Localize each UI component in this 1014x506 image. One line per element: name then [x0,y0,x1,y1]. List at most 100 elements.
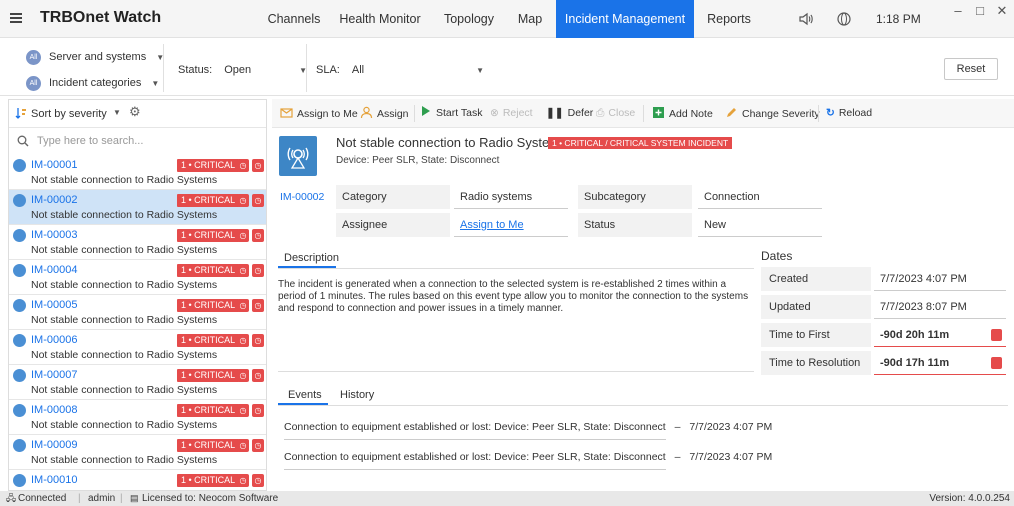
search-input[interactable]: Type here to search... [37,135,143,147]
minimize-icon[interactable]: – [948,3,968,18]
defer-button[interactable]: ❚❚ Defer [546,106,593,121]
reaction-clock-icon: ◷ [237,439,249,452]
event-row: Connection to equipment established or l… [284,445,773,470]
tab-incident-management[interactable]: Incident Management [556,0,694,38]
sla-filter-label: SLA: [316,64,340,76]
radio-icon [13,404,26,417]
incident-id[interactable]: IM-00010 [31,474,77,486]
tab-events[interactable]: Events [288,389,322,401]
sort-label[interactable]: Sort by severity [31,108,107,120]
chevron-down-icon: ▼ [151,78,160,88]
reload-button[interactable]: ↻ Reload [826,106,872,121]
list-item[interactable]: IM-00003 1 • CRITICAL ◷ ◷ Not stable con… [9,225,266,260]
incident-desc: Not stable connection to Radio Systems [31,174,218,186]
updated-value: 7/7/2023 8:07 PM [874,295,1006,319]
assign-button[interactable]: Assign [360,106,409,121]
close-icon[interactable]: ✕ [992,3,1012,19]
resolution-clock-icon: ◷ [252,474,264,487]
severity-badge: 1 • CRITICAL [177,334,240,347]
app-title: TRBOnet Watch [40,9,162,26]
list-item[interactable]: IM-00010 1 • CRITICAL ◷ ◷ [9,470,266,490]
sla-filter-value: All [351,64,365,76]
incident-id[interactable]: IM-00004 [31,264,77,276]
incident-desc: Not stable connection to Radio Systems [31,384,218,396]
incident-id[interactable]: IM-00007 [31,369,77,381]
category-label: Incident categories [49,77,142,89]
scope-filter[interactable]: All Server and systems ▼ [26,48,164,66]
incident-id[interactable]: IM-00003 [31,229,77,241]
chevron-down-icon[interactable]: ▼ [113,108,121,117]
chevron-down-icon: ▼ [476,65,485,75]
list-item[interactable]: IM-00002 1 • CRITICAL ◷ ◷ Not stable con… [9,190,266,225]
sort-bar: Sort by severity ▼ ⚙ [9,100,266,128]
resolution-clock-icon: ◷ [252,159,264,172]
first-reaction-value: -90d 20h 11m [874,323,1006,347]
radio-icon [13,264,26,277]
incident-id[interactable]: IM-00006 [31,334,77,346]
reset-button[interactable]: Reset [944,58,998,80]
envelope-icon [280,108,293,118]
resolution-clock-icon: ◷ [252,404,264,417]
sla-filter[interactable]: SLA: All ▼ [316,61,484,79]
severity-badge: 1 • CRITICAL [177,369,240,382]
updated-label: Updated [761,295,871,319]
list-item[interactable]: IM-00008 1 • CRITICAL ◷ ◷ Not stable con… [9,400,266,435]
status-label: Status [578,213,692,237]
description-text: The incident is generated when a connect… [278,279,749,314]
version-text: Version: 4.0.0.254 [929,493,1010,504]
list-item[interactable]: IM-00005 1 • CRITICAL ◷ ◷ Not stable con… [9,295,266,330]
category-label: Category [336,185,450,209]
user-icon [360,106,373,119]
category-filter[interactable]: All Incident categories ▼ [26,74,159,92]
sort-icon[interactable] [15,107,27,120]
maximize-icon[interactable]: □ [970,3,990,18]
pencil-icon [727,108,736,117]
tab-health-monitor[interactable]: Health Monitor [330,0,430,38]
incident-id[interactable]: IM-00009 [31,439,77,451]
tab-description[interactable]: Description [284,252,339,264]
incident-id[interactable]: IM-00005 [31,299,77,311]
list-item[interactable]: IM-00001 1 • CRITICAL ◷ ◷ Not stable con… [9,155,266,190]
globe-icon[interactable] [836,11,852,27]
status-filter-value: Open [224,64,252,76]
scope-label: Server and systems [49,51,147,63]
close-incident-button[interactable]: ⎙ Close [596,106,635,121]
incident-id[interactable]: IM-00001 [31,159,77,171]
reject-button[interactable]: ⊗ Reject [490,106,533,121]
incident-id: IM-00002 [280,191,325,203]
start-task-button[interactable]: Start Task [422,106,483,121]
license-icon: ▤ [130,493,139,503]
change-severity-button[interactable]: Change Severity [725,106,820,121]
severity-badge: 1 • CRITICAL / CRITICAL SYSTEM INCIDENT [548,137,733,149]
tab-channels[interactable]: Channels [262,0,326,38]
current-user: admin [88,493,116,504]
list-item[interactable]: IM-00007 1 • CRITICAL ◷ ◷ Not stable con… [9,365,266,400]
connection-status: Connected [18,493,67,504]
clock: 1:18 PM [876,12,921,26]
status-filter[interactable]: Status: Open ▼ [178,61,307,79]
tab-reports[interactable]: Reports [698,0,760,38]
reaction-clock-icon: ◷ [237,299,249,312]
resolution-label: Time to Resolution [761,351,871,375]
resolution-clock-icon: ◷ [252,299,264,312]
list-item[interactable]: IM-00009 1 • CRITICAL ◷ ◷ Not stable con… [9,435,266,470]
assign-to-me-link[interactable]: Assign to Me [460,219,524,231]
list-item[interactable]: IM-00004 1 • CRITICAL ◷ ◷ Not stable con… [9,260,266,295]
event-time: 7/7/2023 4:07 PM [689,451,773,463]
created-label: Created [761,267,871,291]
assign-to-me-button[interactable]: Assign to Me [280,106,358,121]
tab-topology[interactable]: Topology [436,0,502,38]
incident-id[interactable]: IM-00002 [31,194,77,206]
gear-icon[interactable]: ⚙ [129,104,141,120]
tab-history[interactable]: History [340,389,374,401]
resolution-clock-icon: ◷ [252,334,264,347]
speaker-icon[interactable] [798,11,814,27]
tab-map[interactable]: Map [508,0,552,38]
menu-icon[interactable] [10,13,22,23]
event-time: 7/7/2023 4:07 PM [689,421,773,433]
severity-badge: 1 • CRITICAL [177,264,240,277]
incident-id[interactable]: IM-00008 [31,404,77,416]
all-badge: All [26,75,41,91]
list-item[interactable]: IM-00006 1 • CRITICAL ◷ ◷ Not stable con… [9,330,266,365]
add-note-button[interactable]: Add Note [652,106,713,121]
